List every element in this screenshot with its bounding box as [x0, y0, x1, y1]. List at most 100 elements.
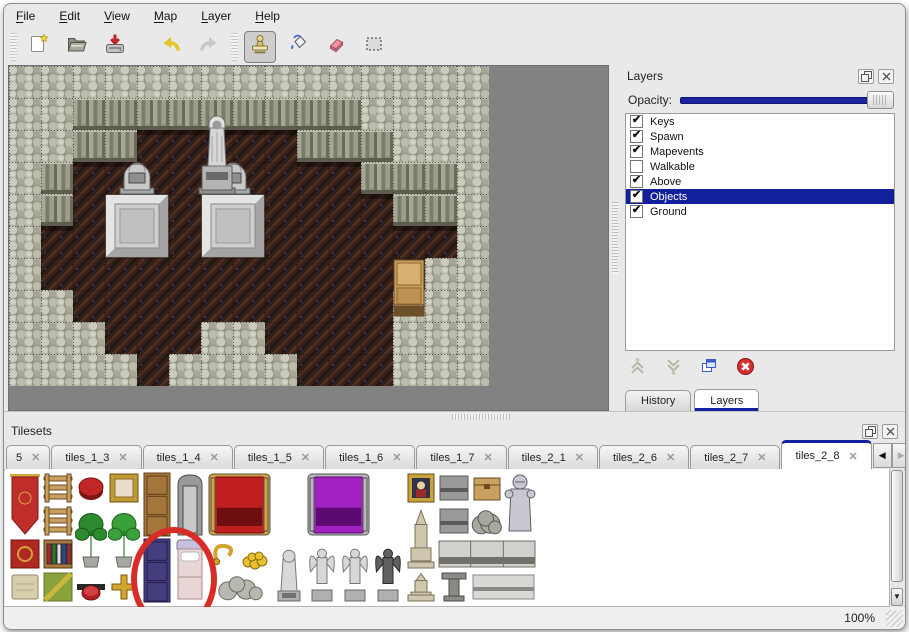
scroll-down-icon[interactable]: ▼ [891, 588, 903, 606]
opacity-slider[interactable] [680, 97, 893, 104]
close-tab-icon[interactable]: ✕ [666, 451, 675, 464]
tile-pouf-red[interactable] [75, 472, 107, 504]
tileset-tab-tiles_2_6[interactable]: tiles_2_6✕ [599, 445, 689, 469]
tileset-tab-tiles_2_8[interactable]: tiles_2_8✕ [781, 440, 871, 469]
close-tab-icon[interactable]: ✕ [575, 451, 584, 464]
tile-loom-wood[interactable] [42, 472, 74, 504]
close-tab-icon[interactable]: ✕ [301, 451, 310, 464]
tileset-tab-tiles_1_5[interactable]: tiles_1_5✕ [234, 445, 324, 469]
opacity-slider-handle[interactable] [867, 91, 894, 109]
close-tab-icon[interactable]: ✕ [483, 451, 492, 464]
tile-loom-wood-2[interactable] [42, 505, 74, 537]
close-tab-icon[interactable]: ✕ [849, 450, 858, 463]
close-panel-icon[interactable] [882, 424, 898, 439]
tileset-content[interactable]: ▼ [5, 469, 904, 607]
open-file-button[interactable] [61, 31, 93, 63]
close-tab-icon[interactable]: ✕ [31, 451, 40, 464]
map-canvas[interactable] [8, 65, 609, 411]
close-tab-icon[interactable]: ✕ [210, 451, 219, 464]
tile-slab-stone-2[interactable] [438, 505, 470, 537]
close-tab-icon[interactable]: ✕ [757, 451, 766, 464]
stamp-tool-button[interactable] [244, 31, 276, 63]
redo-button[interactable] [193, 31, 225, 63]
tile-angel-statue-2[interactable] [339, 538, 371, 603]
layer-row-mapevents[interactable]: ✔Mapevents [626, 144, 894, 159]
tile-seal-podium[interactable] [75, 571, 107, 603]
select-tool-button[interactable] [358, 31, 390, 63]
tileset-tab-tiles_1_7[interactable]: tiles_1_7✕ [416, 445, 506, 469]
lower-layer-icon[interactable] [664, 357, 683, 381]
tileset-tab-tiles_2_7[interactable]: tiles_2_7✕ [690, 445, 780, 469]
tileset-tab-tiles_2_1[interactable]: tiles_2_1✕ [508, 445, 598, 469]
raise-layer-icon[interactable] [628, 357, 647, 381]
tileset-tab-5[interactable]: 5✕ [6, 445, 50, 469]
toolbar-handle-icon[interactable] [231, 33, 238, 61]
tile-parchment[interactable] [9, 571, 41, 603]
tile-armor-knight[interactable] [504, 472, 536, 537]
menu-help[interactable]: Help [255, 9, 280, 23]
scroll-tabs-left-icon[interactable]: ◀ [873, 443, 892, 468]
tab-layers[interactable]: Layers [694, 389, 759, 412]
tile-throne-purple[interactable] [306, 472, 371, 537]
delete-layer-icon[interactable] [736, 357, 755, 381]
tile-cloth-green[interactable] [42, 571, 74, 603]
scrollbar-thumb[interactable] [891, 470, 903, 582]
scroll-tabs-right-icon[interactable]: ▶ [892, 443, 906, 468]
layer-row-walkable[interactable]: Walkable [626, 159, 894, 174]
menu-edit[interactable]: Edit [59, 9, 80, 23]
fill-tool-button[interactable] [282, 31, 314, 63]
tile-portrait-king[interactable] [405, 472, 437, 504]
menu-view[interactable]: View [104, 9, 130, 23]
tileset-scrollbar[interactable]: ▼ [889, 469, 904, 607]
menu-map[interactable]: Map [154, 9, 177, 23]
tile-obelisk-tall[interactable] [405, 505, 437, 570]
tile-angel-statue-1[interactable] [306, 538, 338, 603]
tile-pillar-dark[interactable] [438, 571, 470, 603]
tile-obelisk-small[interactable] [405, 571, 437, 603]
vertical-splitter[interactable] [609, 65, 620, 411]
tile-bookshelf[interactable] [42, 538, 74, 570]
tile-junk-pile[interactable] [471, 505, 503, 537]
layer-visibility-checkbox[interactable]: ✔ [630, 145, 643, 158]
layer-row-above[interactable]: ✔Above [626, 174, 894, 189]
tile-platform-stone[interactable] [438, 538, 536, 570]
layer-visibility-checkbox[interactable]: ✔ [630, 130, 643, 143]
tile-carpet-red[interactable] [9, 538, 41, 570]
layer-visibility-checkbox[interactable] [630, 160, 643, 173]
new-file-button[interactable] [23, 31, 55, 63]
layer-visibility-checkbox[interactable]: ✔ [630, 205, 643, 218]
float-panel-icon[interactable] [862, 424, 878, 439]
tileset-tab-tiles_1_4[interactable]: tiles_1_4✕ [143, 445, 233, 469]
close-panel-icon[interactable] [878, 69, 894, 84]
duplicate-layer-icon[interactable] [700, 357, 719, 381]
undo-button[interactable] [155, 31, 187, 63]
tile-dresser-gold[interactable] [108, 472, 140, 504]
tileset-tab-tiles_1_6[interactable]: tiles_1_6✕ [325, 445, 415, 469]
close-tab-icon[interactable]: ✕ [118, 451, 127, 464]
layer-row-ground[interactable]: ✔Ground [626, 204, 894, 219]
float-panel-icon[interactable] [858, 69, 874, 84]
layer-row-spawn[interactable]: ✔Spawn [626, 129, 894, 144]
tile-coins-gold[interactable] [240, 538, 272, 570]
tileset-tab-tiles_1_3[interactable]: tiles_1_3✕ [51, 445, 141, 469]
menu-layer[interactable]: Layer [201, 9, 231, 23]
resize-grip-icon[interactable] [886, 610, 903, 627]
tile-statue-hooded[interactable] [273, 538, 305, 603]
eraser-tool-button[interactable] [320, 31, 352, 63]
layer-visibility-checkbox[interactable]: ✔ [630, 175, 643, 188]
tile-throne-red[interactable] [207, 472, 272, 537]
tab-history[interactable]: History [625, 390, 691, 412]
layer-visibility-checkbox[interactable]: ✔ [630, 190, 643, 203]
tile-gargoyle[interactable] [372, 538, 404, 603]
save-file-button[interactable] [99, 31, 131, 63]
tile-slab-light[interactable] [471, 571, 536, 603]
layer-visibility-checkbox[interactable]: ✔ [630, 115, 643, 128]
toolbar-handle-icon[interactable] [10, 33, 17, 61]
menu-file[interactable]: File [16, 9, 35, 23]
tile-chest-wood[interactable] [471, 472, 503, 504]
tile-slab-stone[interactable] [438, 472, 470, 504]
tile-palm-plant[interactable] [75, 505, 107, 570]
tile-banner-red[interactable] [9, 472, 41, 537]
close-tab-icon[interactable]: ✕ [392, 451, 401, 464]
layer-row-objects[interactable]: ✔Objects [626, 189, 894, 204]
